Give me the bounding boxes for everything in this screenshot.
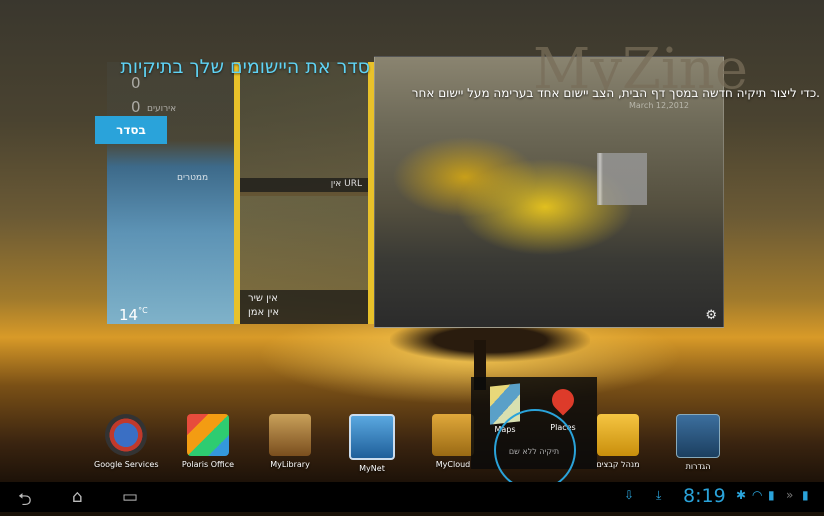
app-mynet[interactable]: MyNet (340, 414, 404, 473)
bluetooth-icon: ✱ (736, 488, 747, 502)
settings-sliders-icon (676, 414, 720, 458)
myzine-date: March 12,2012 (629, 101, 690, 110)
app-google-services[interactable]: Google Services (94, 414, 159, 469)
weather-condition: ממטרים (177, 173, 209, 183)
url-label: אין URL (330, 179, 362, 189)
mynet-icon (349, 414, 395, 460)
navigation-bar: ⮌ ⌂ ▭ ⇩ ⤓ 8:19 ✱ ◠ ▮ » ▮ (0, 482, 824, 512)
map-pin-icon (547, 384, 579, 416)
polaris-office-icon (187, 414, 229, 456)
download-icon[interactable]: ⤓ (656, 488, 661, 503)
google-services-icon (105, 414, 147, 456)
artist-name: אין אמן (248, 307, 280, 318)
weather-events-label: אירועים (147, 104, 177, 114)
url-bar[interactable]: אין URL (240, 178, 368, 192)
car-photo (597, 153, 647, 205)
music-widget[interactable]: אין שיר אין אמן (240, 196, 368, 324)
home-icon[interactable]: ⌂ (72, 487, 83, 507)
app-settings[interactable]: הגדרות (666, 414, 730, 471)
folder-icon (597, 414, 639, 456)
download-tray-icon[interactable]: ⇩ (624, 488, 634, 502)
weather-temperature: 14°C (119, 306, 148, 324)
app-label: הגדרות (685, 462, 711, 471)
app-label: Google Services (94, 460, 159, 469)
battery-icon: ▮ (802, 488, 809, 502)
browser-widget[interactable]: אין URL (240, 62, 368, 192)
ok-button[interactable]: בסדר (95, 116, 167, 144)
weather-widget[interactable]: 0 0 אירועים ממטרים 14°C (107, 62, 234, 324)
app-label: Polaris Office (181, 460, 235, 469)
book-icon (269, 414, 311, 456)
overlay-description: כדי ליצור תיקיה חדשה במסך דף הבית, הצב י… (411, 86, 820, 100)
usb-icon: » (786, 488, 794, 502)
recent-apps-icon[interactable]: ▭ (122, 487, 138, 507)
app-label: MyNet (359, 464, 385, 473)
app-mylibrary[interactable]: MyLibrary (258, 414, 322, 469)
wifi-icon: ◠ (752, 488, 763, 502)
overlay-title: סדר את היישומים שלך בתיקיות (120, 56, 370, 78)
highlight-circle (494, 409, 576, 491)
weather-count-2: 0 (131, 98, 141, 116)
signal-icon: ▮ (768, 488, 775, 502)
gear-icon[interactable]: ⚙ (705, 308, 717, 323)
clock: 8:19 (683, 485, 726, 507)
app-polaris-office[interactable]: Polaris Office (176, 414, 240, 469)
song-title: אין שיר (248, 293, 278, 304)
music-info: אין שיר אין אמן (240, 290, 368, 324)
app-label: MyLibrary (270, 460, 310, 469)
cloud-folder-icon (432, 414, 474, 456)
